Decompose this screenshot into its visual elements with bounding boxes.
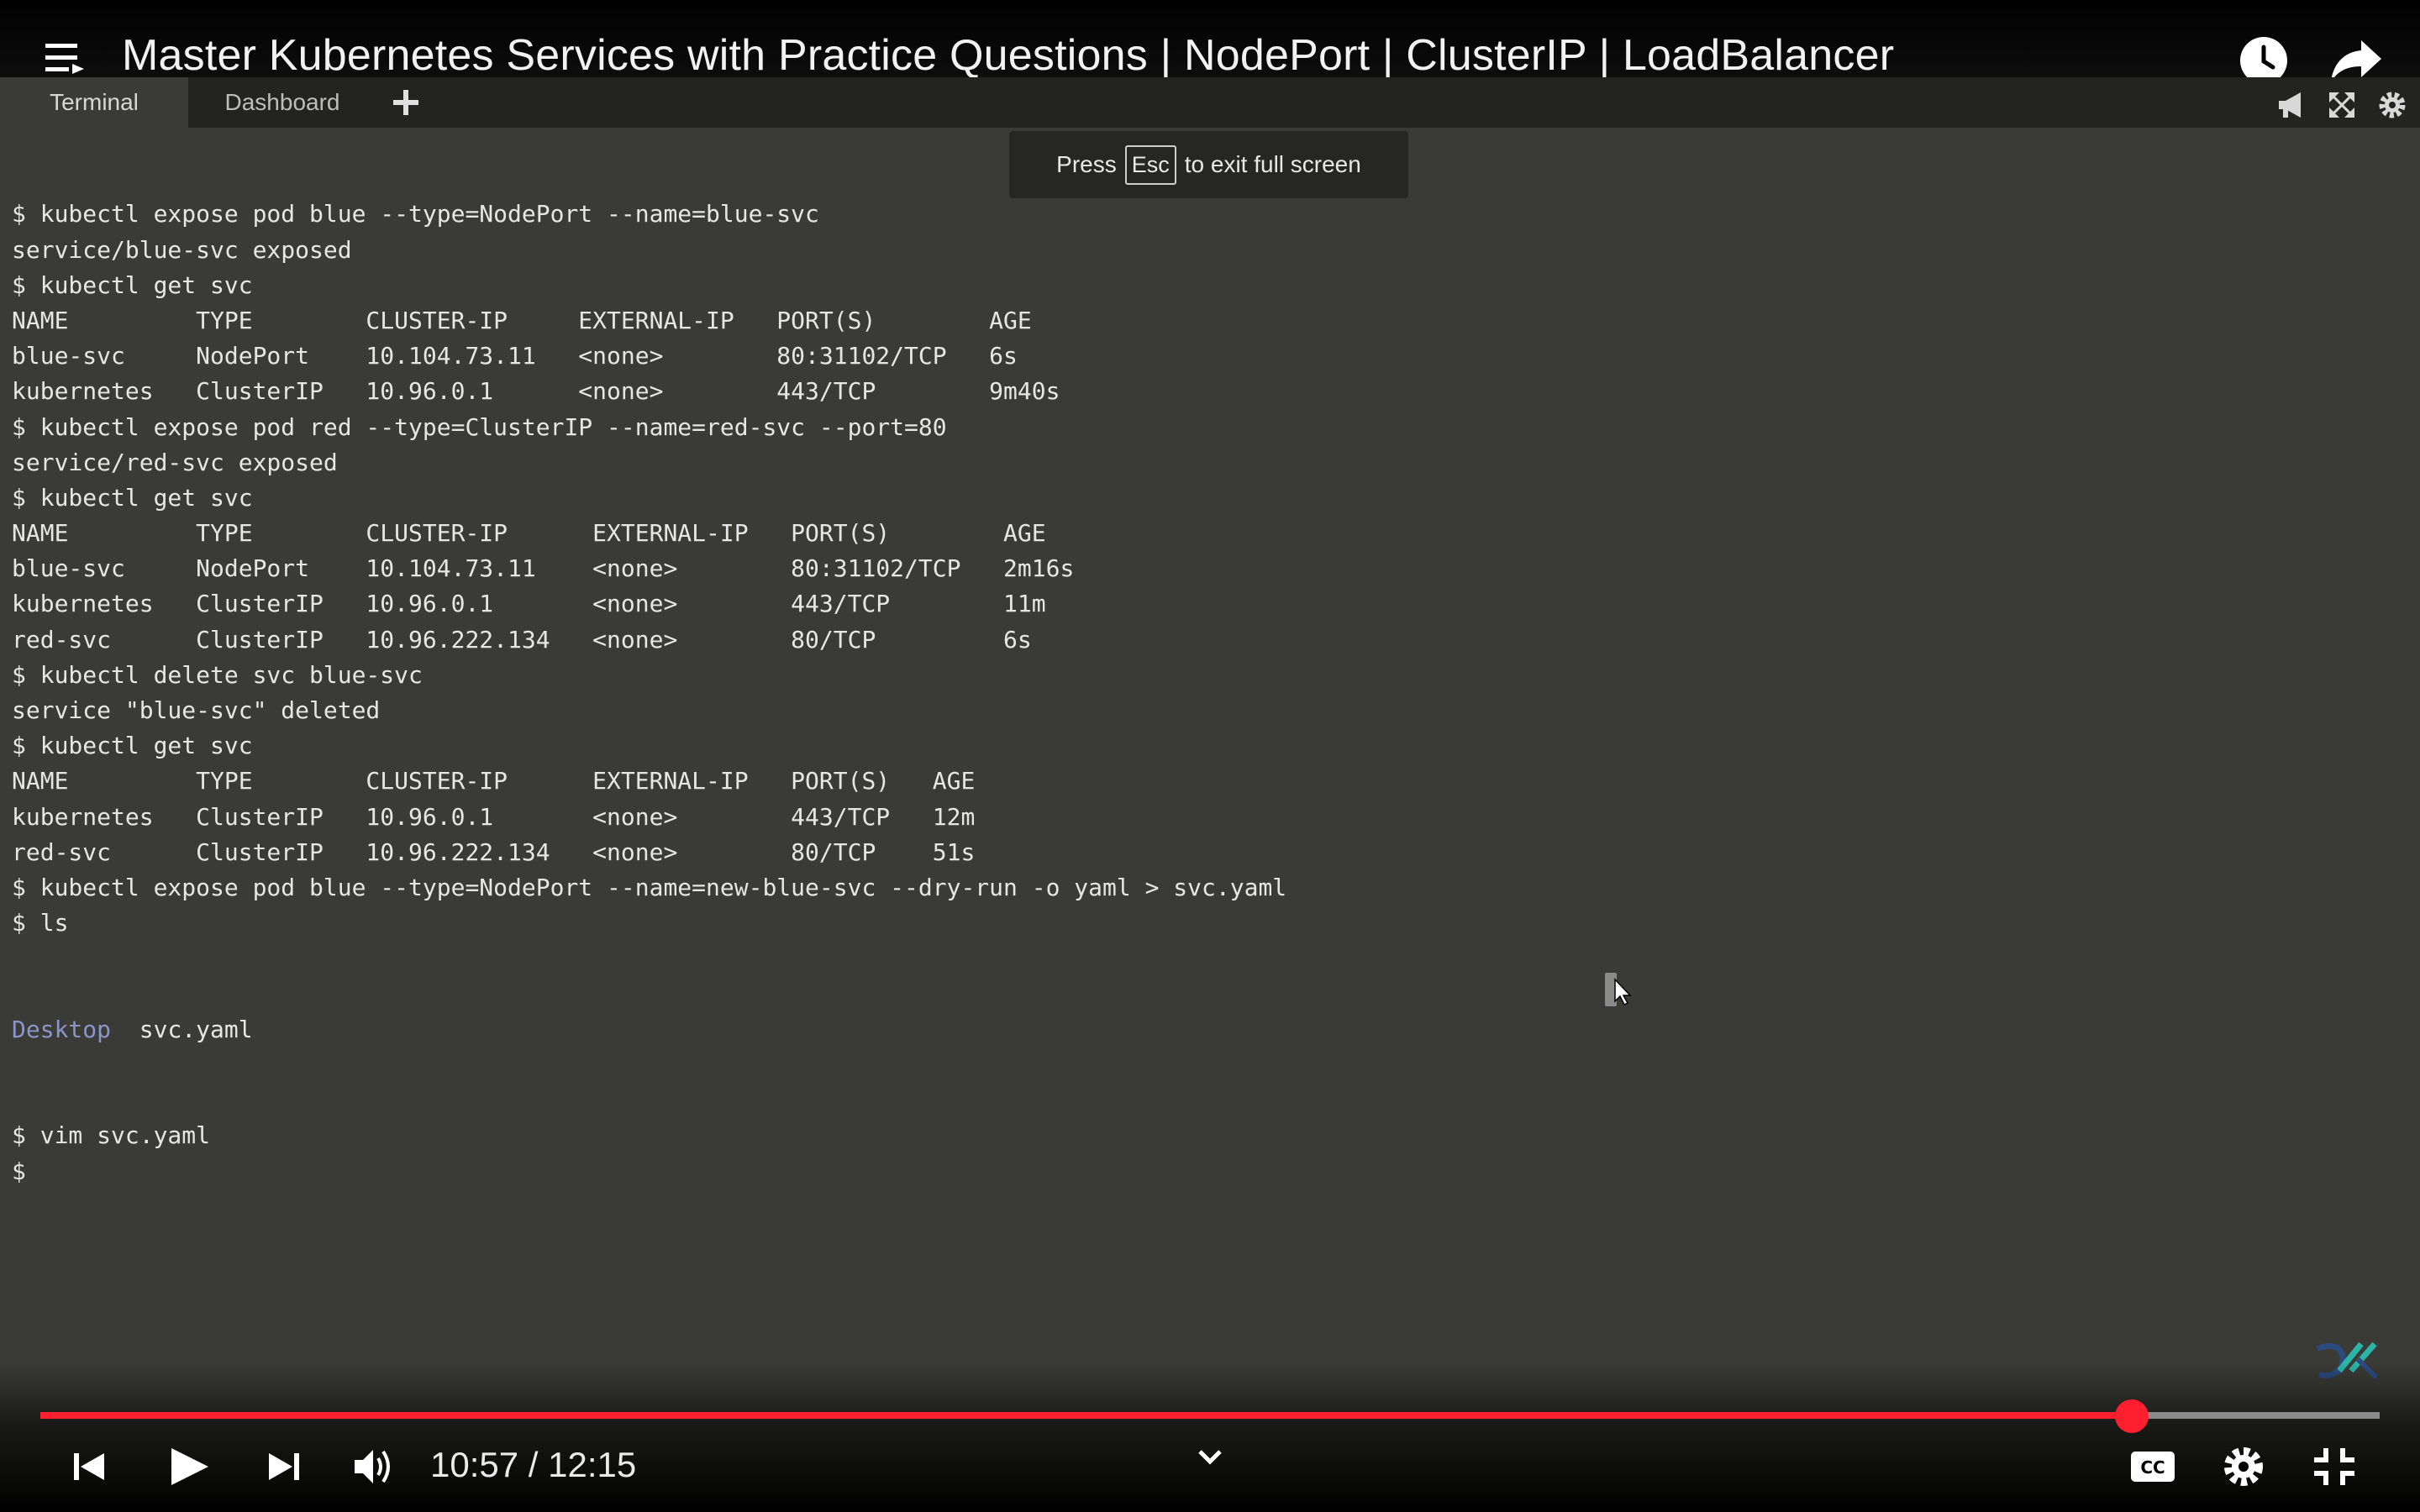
terminal-output-line: service "blue-svc" deleted — [12, 696, 381, 725]
terminal-command-line: $ kubectl expose pod blue --type=NodePor… — [12, 200, 819, 228]
svg-text:CC: CC — [2140, 1457, 2165, 1478]
play-icon[interactable] — [165, 1441, 212, 1492]
video-title[interactable]: Master Kubernetes Services with Practice… — [122, 30, 1894, 81]
megaphone-icon[interactable] — [2275, 89, 2307, 121]
terminal-output-line: kubernetes ClusterIP 10.96.0.1 <none> 44… — [12, 590, 1046, 618]
volume-icon[interactable] — [351, 1441, 395, 1492]
gear-icon[interactable] — [2376, 89, 2408, 121]
cc-icon[interactable]: CC — [2129, 1441, 2176, 1492]
terminal-command-line: $ ls — [12, 909, 69, 937]
video-title-bar: Master Kubernetes Services with Practice… — [0, 0, 2420, 84]
terminal-command-line: $ kubectl expose pod red --type=ClusterI… — [12, 412, 947, 441]
skip-next-icon[interactable] — [266, 1441, 302, 1492]
terminal-command-line: $ kubectl get svc — [12, 270, 253, 299]
terminal-output-line: blue-svc NodePort 10.104.73.11 <none> 80… — [12, 554, 1075, 583]
terminal-output-line: red-svc ClusterIP 10.96.222.134 <none> 8… — [12, 625, 1032, 654]
terminal-output-line: NAME TYPE CLUSTER-IP EXTERNAL-IP PORT(S)… — [12, 767, 976, 795]
playlist-menu-icon[interactable] — [45, 42, 84, 76]
gear-icon[interactable] — [2220, 1441, 2267, 1492]
terminal-command-line: $ kubectl expose pod blue --type=NodePor… — [12, 873, 1287, 901]
exit-fullscreen-icon[interactable] — [2311, 1441, 2358, 1492]
terminal-command-line: $ — [12, 1157, 26, 1185]
terminal-command-line: $ vim svc.yaml — [12, 1121, 211, 1150]
terminal-command-line: $ kubectl delete svc blue-svc — [12, 660, 423, 689]
terminal-command-line: $ kubectl get svc — [12, 483, 253, 512]
terminal-output-line: kubernetes ClusterIP 10.96.0.1 <none> 44… — [12, 377, 1060, 406]
ls-output-line: Desktop svc.yaml — [12, 1012, 1692, 1047]
progress-bar[interactable] — [40, 1412, 2380, 1419]
file-entry: svc.yaml — [139, 1015, 253, 1043]
tab-dashboard[interactable]: Dashboard — [188, 77, 376, 128]
progress-played — [40, 1412, 2132, 1419]
terminal-output-line: kubernetes ClusterIP 10.96.0.1 <none> 44… — [12, 802, 976, 831]
tab-terminal[interactable]: Terminal — [0, 77, 188, 128]
terminal-output-line: NAME TYPE CLUSTER-IP EXTERNAL-IP PORT(S)… — [12, 519, 1046, 548]
chevron-down-icon[interactable] — [1197, 1448, 1223, 1467]
terminal-output-line: service/blue-svc exposed — [12, 235, 352, 264]
terminal-output-line: NAME TYPE CLUSTER-IP EXTERNAL-IP PORT(S)… — [12, 306, 1032, 334]
mouse-cursor-icon — [1605, 973, 1632, 1006]
directory-entry: Desktop — [12, 1015, 112, 1043]
progress-scrubber[interactable] — [2114, 1399, 2149, 1433]
terminal-output-line: red-svc ClusterIP 10.96.222.134 <none> 8… — [12, 837, 976, 866]
terminal-output[interactable]: $ kubectl expose pod blue --type=NodePor… — [12, 126, 1692, 1225]
expand-icon[interactable] — [2326, 89, 2358, 121]
terminal-output-line: service/red-svc exposed — [12, 448, 338, 476]
time-display: 10:57 / 12:15 — [430, 1445, 637, 1484]
terminal-command-line: $ kubectl get svc — [12, 732, 253, 760]
plus-icon[interactable] — [389, 86, 423, 119]
terminal-output-line: blue-svc NodePort 10.104.73.11 <none> 80… — [12, 342, 1018, 370]
terminal-tab-bar: Terminal Dashboard — [0, 77, 2420, 128]
skip-previous-icon[interactable] — [71, 1441, 108, 1492]
